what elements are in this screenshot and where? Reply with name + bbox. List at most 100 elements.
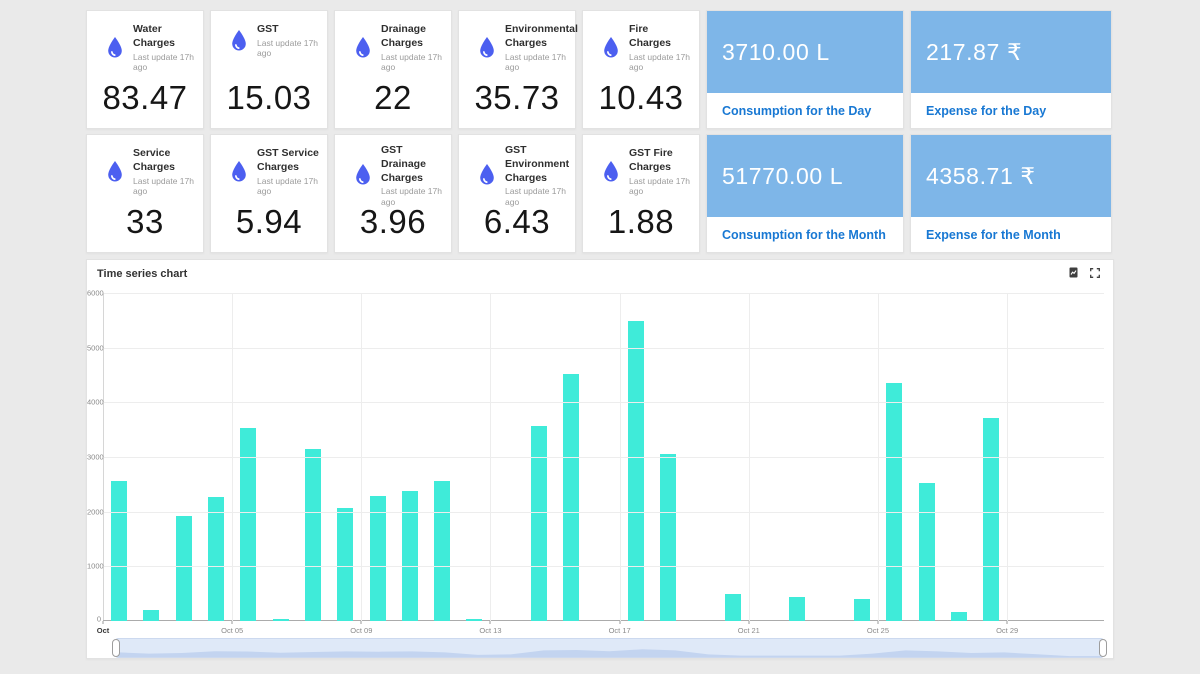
h-gridline [103,457,1104,458]
stat-card-last-update: Last update 17h ago [257,176,320,196]
v-gridline [878,293,879,621]
x-tick-label: Oct 25 [867,626,889,635]
bar[interactable] [208,497,224,621]
x-tick [361,621,362,624]
h-gridline [103,566,1104,567]
bar[interactable] [111,481,127,621]
bar[interactable] [273,619,289,621]
stat-card-value: 6.43 [464,204,570,244]
summary-card: 4358.71 ₹ Expense for the Month [910,134,1112,253]
x-tick [877,621,878,624]
bar[interactable] [305,449,321,621]
bar[interactable] [466,619,482,621]
y-tick-label: 6000 [87,289,101,298]
x-tick-label: Oct 21 [738,626,760,635]
water-drop-icon [352,35,374,61]
summary-card-value: 217.87 ₹ [911,11,1111,93]
bar[interactable] [143,610,159,621]
water-drop-icon [104,159,126,185]
stat-card-header: GST Service Charges Last update 17h ago [216,147,322,196]
water-drop-icon [476,162,498,188]
bar[interactable] [886,383,902,621]
stat-card-header: Drainage Charges Last update 17h ago [340,23,446,72]
bar[interactable] [370,496,386,621]
water-drop-icon [104,35,126,61]
dashboard: Water Charges Last update 17h ago 83.47 … [78,0,1122,659]
stat-card-value: 1.88 [588,204,694,244]
stat-card: GST Service Charges Last update 17h ago … [210,134,328,253]
bar[interactable] [434,481,450,621]
bar-chart-plot: 0100020003000400050006000OctOct 05Oct 09… [103,293,1104,621]
chart-toolbar [1069,267,1100,278]
export-image-icon[interactable] [1069,267,1079,278]
stat-card-value: 35.73 [464,80,570,120]
summary-card: 51770.00 L Consumption for the Month [706,134,904,253]
bar[interactable] [628,321,644,621]
y-tick-label: 4000 [87,398,101,407]
stat-card-value: 10.43 [588,80,694,120]
summary-card-label: Consumption for the Month [707,217,903,252]
stat-card-header: GST Environment Charges Last update 17h … [464,147,570,204]
stat-row-2: Service Charges Last update 17h ago 33 G… [86,134,1114,253]
stat-card-title: GST Service Charges [257,147,320,175]
bar[interactable] [176,516,192,622]
x-tick [619,621,620,624]
y-tick-label: 0 [87,615,101,624]
stat-card: Environmental Charges Last update 17h ag… [458,10,576,129]
summary-card: 217.87 ₹ Expense for the Day [910,10,1112,129]
water-drop-icon [600,159,622,185]
stat-card-value: 3.96 [340,204,446,244]
bar[interactable] [531,426,547,621]
summary-card-label: Consumption for the Day [707,93,903,128]
stat-card-title: GST [257,23,320,37]
stat-card: GST Last update 17h ago 15.03 [210,10,328,129]
v-gridline [361,293,362,621]
chart-title: Time series chart [97,268,187,280]
summary-card-label: Expense for the Day [911,93,1111,128]
bar[interactable] [789,597,805,621]
stat-card-title: GST Environment Charges [505,144,569,186]
bar[interactable] [563,374,579,621]
water-drop-icon [228,159,250,185]
stat-card-last-update: Last update 17h ago [505,52,578,72]
stat-card-title: Fire Charges [629,23,692,51]
v-gridline [1007,293,1008,621]
bar[interactable] [660,454,676,621]
stat-card-header: Service Charges Last update 17h ago [92,147,198,196]
x-tick [748,621,749,624]
stat-card-title: Service Charges [133,147,196,175]
bar[interactable] [725,594,741,621]
water-drop-icon [476,35,498,61]
chart-range-brush[interactable] [115,638,1104,658]
bar[interactable] [919,483,935,621]
stat-card-title: Water Charges [133,23,196,51]
brush-handle-left[interactable] [112,639,120,657]
stat-card-value: 83.47 [92,80,198,120]
summary-card-value: 51770.00 L [707,135,903,217]
stat-card-title: GST Drainage Charges [381,144,444,186]
stat-card-value: 22 [340,80,446,120]
stat-card: GST Environment Charges Last update 17h … [458,134,576,253]
water-drop-icon [352,162,374,188]
summary-card-label: Expense for the Month [911,217,1111,252]
stat-row-1: Water Charges Last update 17h ago 83.47 … [86,10,1114,129]
brush-area-silhouette [116,639,1103,657]
y-tick-label: 5000 [87,343,101,352]
x-tick-label: Oct 17 [609,626,631,635]
stat-card-last-update: Last update 17h ago [381,52,444,72]
water-drop-icon [228,28,250,54]
water-drop-icon [600,35,622,61]
bar[interactable] [337,508,353,621]
bar[interactable] [854,599,870,621]
bar[interactable] [983,418,999,621]
fullscreen-icon[interactable] [1090,268,1100,278]
y-tick-label: 3000 [87,453,101,462]
summary-card: 3710.00 L Consumption for the Day [706,10,904,129]
v-gridline [749,293,750,621]
bar[interactable] [951,612,967,621]
stat-card: Fire Charges Last update 17h ago 10.43 [582,10,700,129]
x-tick [1007,621,1008,624]
x-tick [103,621,104,624]
brush-handle-right[interactable] [1099,639,1107,657]
stat-card: Water Charges Last update 17h ago 83.47 [86,10,204,129]
